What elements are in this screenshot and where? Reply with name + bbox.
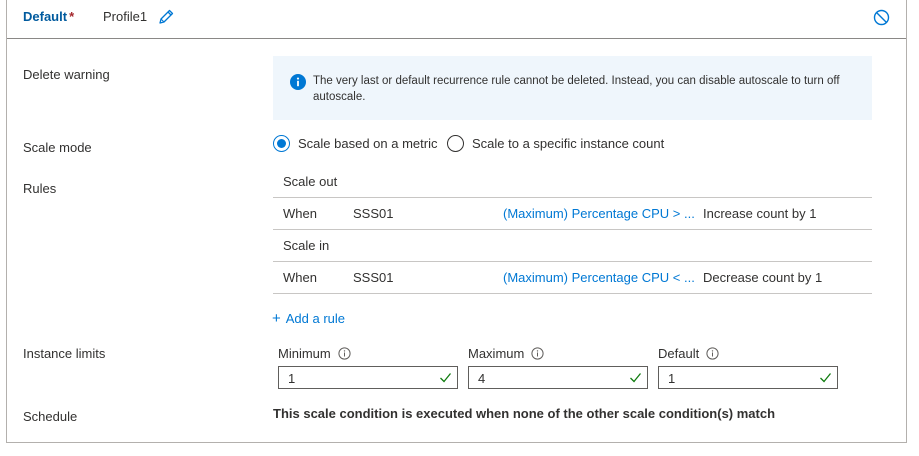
scale-in-heading-text: Scale in	[283, 238, 330, 253]
autoscale-profile-panel: Default * Profile1 Delete warning The ve…	[6, 0, 907, 443]
scale-to-instance-count-radio[interactable]: Scale to a specific instance count	[447, 135, 664, 152]
delete-warning-text: The very last or default recurrence rule…	[313, 75, 840, 103]
minimum-input[interactable]: 1	[278, 366, 458, 389]
scale-in-rule-row[interactable]: When SSS01 (Maximum) Percentage CPU < ..…	[273, 262, 872, 294]
checkmark-icon	[819, 371, 832, 384]
rules-label: Rules	[23, 181, 57, 196]
rule-condition-link[interactable]: (Maximum) Percentage CPU < ...	[503, 270, 695, 285]
radio-selected-indicator	[273, 135, 290, 152]
radio-unselected-indicator	[447, 135, 464, 152]
profile-header: Default * Profile1	[7, 0, 906, 39]
radio-label: Scale based on a metric	[298, 136, 438, 151]
info-icon[interactable]	[338, 347, 351, 360]
minimum-value: 1	[288, 371, 296, 386]
plus-icon: +	[272, 310, 281, 327]
schedule-description: This scale condition is executed when no…	[273, 406, 776, 421]
add-rule-button[interactable]: + Add a rule	[272, 310, 345, 327]
schedule-label: Schedule	[23, 409, 78, 424]
rule-when: When	[283, 270, 317, 285]
delete-warning-banner: The very last or default recurrence rule…	[273, 56, 872, 120]
condition-title: Default *	[23, 9, 74, 24]
default-label-text: Default	[658, 346, 700, 361]
default-value: 1	[668, 371, 676, 386]
checkmark-icon	[629, 371, 642, 384]
info-icon[interactable]	[706, 347, 719, 360]
rule-action: Decrease count by 1	[703, 270, 823, 285]
checkmark-icon	[439, 371, 452, 384]
required-marker: *	[69, 9, 75, 24]
maximum-label-text: Maximum	[468, 346, 525, 361]
info-icon	[290, 74, 306, 90]
instance-limits-label: Instance limits	[23, 346, 106, 361]
default-input[interactable]: 1	[658, 366, 838, 389]
scale-mode-label: Scale mode	[23, 140, 92, 155]
prohibited-icon[interactable]	[873, 9, 890, 26]
maximum-label: Maximum	[468, 346, 544, 361]
add-rule-label: Add a rule	[285, 311, 346, 326]
scale-out-rule-row[interactable]: When SSS01 (Maximum) Percentage CPU > ..…	[273, 198, 872, 230]
rule-condition-link[interactable]: (Maximum) Percentage CPU > ...	[503, 206, 695, 221]
maximum-input[interactable]: 4	[468, 366, 648, 389]
rule-when: When	[283, 206, 317, 221]
maximum-value: 4	[478, 371, 486, 386]
rule-resource: SSS01	[353, 206, 394, 221]
scale-out-heading-text: Scale out	[283, 174, 338, 189]
pencil-icon[interactable]	[157, 8, 175, 26]
radio-label: Scale to a specific instance count	[472, 136, 665, 151]
rule-resource: SSS01	[353, 270, 394, 285]
scale-based-on-metric-radio[interactable]: Scale based on a metric	[273, 135, 437, 152]
info-icon[interactable]	[531, 347, 544, 360]
condition-title-text: Default	[23, 9, 68, 24]
rule-action: Increase count by 1	[703, 206, 817, 221]
delete-warning-label: Delete warning	[23, 67, 110, 82]
scale-in-heading: Scale in	[273, 232, 872, 262]
default-label: Default	[658, 346, 719, 361]
profile-name: Profile1	[103, 9, 148, 24]
minimum-label-text: Minimum	[278, 346, 331, 361]
scale-out-heading: Scale out	[273, 168, 872, 198]
minimum-label: Minimum	[278, 346, 351, 361]
